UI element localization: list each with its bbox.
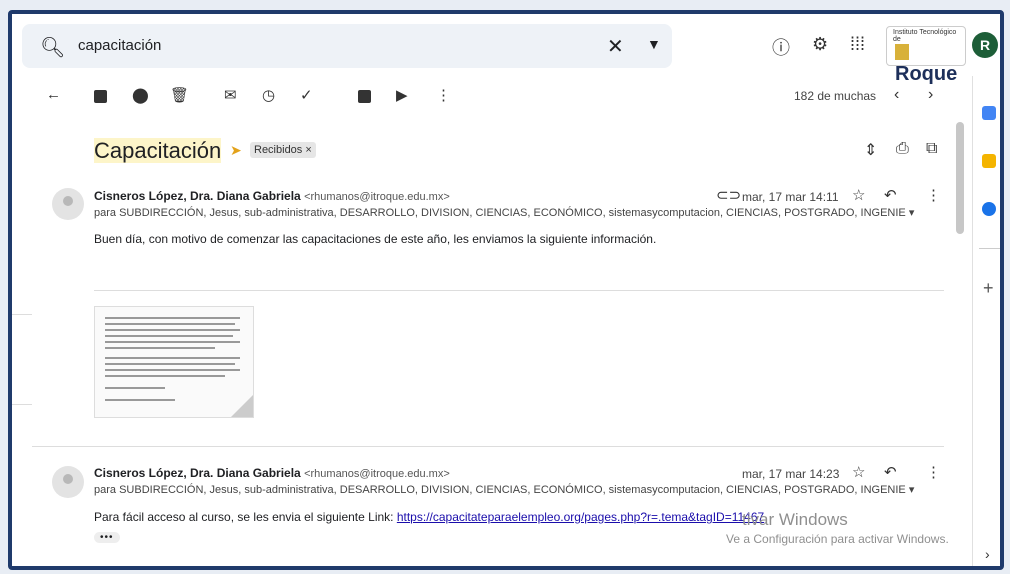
doc-line [105,387,165,389]
scrollbar[interactable] [956,122,964,234]
attachment-icon: ⊂⊃ [716,187,742,204]
windows-watermark-title: tivar Windows [742,510,848,529]
top-bar: 🔍︎ capacitación ✕ ▼ ⓘ ⚙ ⁞⁞⁞ Instituto Te… [12,14,1000,85]
account-avatar[interactable]: R [972,32,998,58]
thread-subject-text: Capacitación [94,138,222,163]
recipients-line[interactable]: para SUBDIRECCIÓN, Jesus, sub-administra… [94,206,914,219]
search-icon[interactable]: 🔍︎ [40,35,65,60]
report-spam-icon[interactable]: ⬤ [132,86,149,104]
course-link[interactable]: https://capacitateparaelempleo.org/pages… [397,510,764,524]
message-toolbar: ← ⬤ 🗑︎ ✉ ◷ ✓ ▶ ⋮ 182 de muchas ‹ › [12,76,952,118]
move-to-icon[interactable] [358,90,371,103]
back-arrow-icon[interactable]: ← [46,86,61,103]
doc-line [105,363,235,365]
windows-watermark-subtitle: Ve a Configuración para activar Windows. [726,532,949,546]
message-date: mar, 17 mar 14:23 [742,467,840,481]
message-count: 182 de muchas [794,89,877,103]
sender-name[interactable]: Cisneros López, Dra. Diana Gabriela <rhu… [94,189,450,203]
rail-divider [979,248,1000,249]
doc-line [105,335,233,337]
sender-email: <rhumanos@itroque.edu.mx> [304,468,450,480]
open-new-window-icon[interactable]: ⧉ [926,140,937,158]
recipients-text: para SUBDIRECCIÓN, Jesus, sub-administra… [94,484,906,496]
archive-icon[interactable] [94,90,107,103]
gmail-window: 🔍︎ capacitación ✕ ▼ ⓘ ⚙ ⁞⁞⁞ Instituto Te… [8,10,1004,570]
search-input[interactable]: capacitación [78,37,161,54]
search-bar[interactable]: 🔍︎ capacitación ✕ ▼ [22,24,672,68]
show-panel-chevron-icon[interactable]: › [985,546,990,562]
snooze-icon[interactable]: ◷ [262,86,275,104]
add-addon-icon[interactable]: + [983,278,994,299]
doc-line [105,375,225,377]
sender-name[interactable]: Cisneros López, Dra. Diana Gabriela <rhu… [94,466,450,480]
calendar-icon[interactable] [982,106,996,120]
message-body: Para fácil acceso al curso, se les envia… [94,510,764,524]
search-options-icon[interactable]: ▼ [647,36,661,52]
print-icon[interactable]: ⎙ [896,140,909,158]
section-divider [94,290,944,291]
inbox-label-chip[interactable]: Recibidos × [250,142,316,158]
help-icon[interactable]: ⓘ [772,34,790,60]
doc-line [105,369,240,371]
sender-avatar [52,466,84,498]
older-chevron-icon[interactable]: › [928,86,933,104]
delete-icon[interactable]: 🗑︎ [170,86,189,104]
clear-search-icon[interactable]: ✕ [607,34,624,59]
institution-logo[interactable]: Instituto Tecnológico de Roque [886,26,966,85]
mark-unread-icon[interactable]: ✉ [224,86,237,104]
message-date: mar, 17 mar 14:11 [742,190,839,204]
star-icon[interactable]: ☆ [852,463,865,481]
message-body-text: Para fácil acceso al curso, se les envia… [94,510,394,524]
more-vert-icon[interactable]: ⋮ [436,86,451,104]
margin-line [12,404,32,405]
doc-line [105,347,215,349]
sender-avatar [52,188,84,220]
message-more-icon[interactable]: ⋮ [926,186,941,204]
reply-icon[interactable]: ↶ [884,186,897,204]
recipients-line[interactable]: para SUBDIRECCIÓN, Jesus, sub-administra… [94,483,914,496]
doc-signature [105,399,175,401]
recipients-text: para SUBDIRECCIÓN, Jesus, sub-administra… [94,207,906,219]
page-fold [231,395,253,417]
sender-email: <rhumanos@itroque.edu.mx> [304,191,450,203]
apps-grid-icon[interactable]: ⁞⁞⁞ [850,34,865,55]
doc-line [105,323,235,325]
sender-name-text: Cisneros López, Dra. Diana Gabriela [94,466,301,480]
attachment-thumbnail[interactable] [94,306,254,418]
keep-icon[interactable] [982,154,996,168]
doc-line [105,341,240,343]
doc-line [105,317,240,319]
thread-subject: Capacitación [94,138,222,164]
side-panel: + › [972,76,1000,566]
add-task-icon[interactable]: ✓ [300,86,313,104]
doc-line [105,357,240,359]
settings-gear-icon[interactable]: ⚙ [812,34,828,55]
newer-chevron-icon[interactable]: ‹ [894,86,899,104]
margin-line [12,314,32,315]
doc-line [105,329,240,331]
show-trimmed-content-button[interactable]: ••• [94,532,120,543]
message-more-icon[interactable]: ⋮ [926,463,941,481]
message-divider [32,446,944,447]
message-body: Buen día, con motivo de comenzar las cap… [94,232,657,246]
label-icon[interactable]: ▶ [396,86,408,104]
sender-name-text: Cisneros López, Dra. Diana Gabriela [94,189,301,203]
tasks-icon[interactable] [982,202,996,216]
important-marker-icon[interactable]: ➤ [230,142,242,159]
expand-collapse-icon[interactable]: ⇕ [864,140,877,160]
logo-mark-icon [895,43,909,60]
reply-icon[interactable]: ↶ [884,463,897,481]
star-icon[interactable]: ☆ [852,186,865,204]
